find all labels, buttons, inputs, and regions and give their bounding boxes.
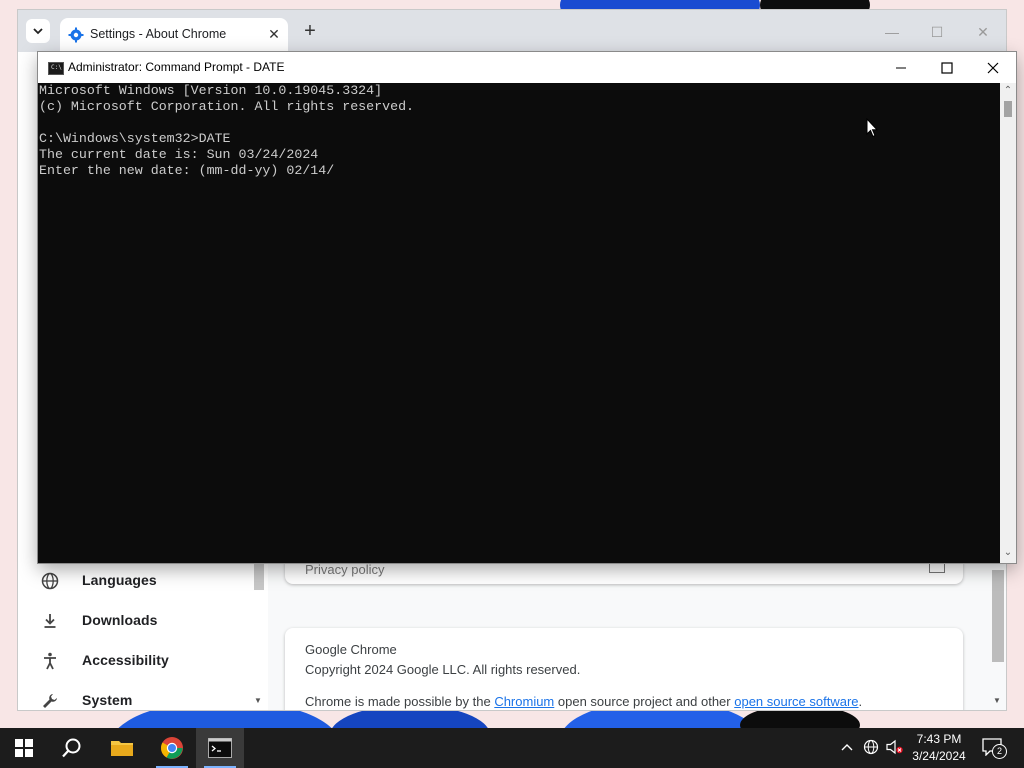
action-center-button[interactable]: 2 [982,738,1007,759]
cmd-console-output[interactable]: Microsoft Windows [Version 10.0.19045.33… [38,83,1000,563]
cmd-maximize-button[interactable] [924,52,970,83]
globe-icon [41,572,59,590]
main-scrollbar[interactable] [992,570,1004,662]
open-source-software-link[interactable]: open source software [734,694,858,709]
console-input-line: Enter the new date: (mm-dd-yy) 02/14/ [39,163,335,178]
show-hidden-icons-button[interactable] [838,738,856,756]
maximize-icon [941,61,953,74]
made-possible-text: Chrome is made possible by the Chromium … [305,694,862,709]
chevron-down-icon [33,28,43,35]
sidebar-item-label: System [82,692,133,708]
sidebar-item-languages[interactable]: Languages [40,569,260,593]
sidebar-item-accessibility[interactable]: Accessibility [40,649,260,673]
tab-close-icon[interactable]: ✕ [266,26,282,42]
console-line: The current date is: Sun 03/24/2024 [39,147,319,162]
chrome-minimize-button[interactable]: — [882,22,902,42]
cmd-title-bar[interactable]: C:\ Administrator: Command Prompt - DATE [38,52,1016,83]
command-prompt-icon [208,738,232,758]
cmd-minimize-button[interactable] [878,52,924,83]
new-tab-button[interactable]: + [300,21,320,42]
sidebar-scroll-down-icon[interactable]: ▼ [254,696,262,705]
taskbar-clock[interactable]: 7:43 PM 3/24/2024 [900,731,978,765]
made-possible-suffix: . [858,694,863,709]
made-possible-prefix: Chrome is made possible by the [305,694,495,709]
close-icon [987,62,999,73]
start-icon [15,739,33,757]
gear-icon [68,27,84,43]
chrome-icon [161,737,183,759]
sidebar-item-downloads[interactable]: Downloads [40,609,260,633]
scroll-up-icon[interactable]: ⌃ [1003,85,1013,96]
sidebar-item-label: Accessibility [82,652,169,668]
main-scroll-down-icon[interactable]: ▼ [993,696,1001,705]
taskbar-command-prompt[interactable] [196,728,244,768]
settings-main-panel: Privacy policy Google Chrome Copyright 2… [268,550,1006,710]
chrome-tab-strip: Settings - About Chrome ✕ + — ☐ ✕ [18,10,1006,52]
cmd-close-button[interactable] [970,52,1016,83]
accessibility-icon [44,652,56,670]
sidebar-item-label: Languages [82,572,157,588]
start-button[interactable] [0,728,48,768]
cmd-scroll-thumb[interactable] [1004,101,1012,117]
copyright-text: Copyright 2024 Google LLC. All rights re… [305,662,581,677]
network-globe-icon [863,739,879,755]
chevron-up-icon [841,744,853,751]
console-line: (c) Microsoft Corporation. All rights re… [39,99,415,114]
taskbar-search-button[interactable] [48,728,96,768]
cmd-window-title: Administrator: Command Prompt - DATE [68,60,285,74]
command-prompt-icon: C:\ [48,62,64,75]
chrome-close-button[interactable]: ✕ [973,22,993,42]
taskbar: 7:43 PM 3/24/2024 2 [0,728,1024,768]
tab-title: Settings - About Chrome [90,27,227,41]
settings-sidebar: Languages Downloads Accessibility System [18,550,268,710]
console-line: C:\Windows\system32>DATE [39,131,231,146]
tab-search-button[interactable] [26,19,50,43]
about-chrome-card: Google Chrome Copyright 2024 Google LLC.… [285,628,963,710]
chrome-maximize-button[interactable]: ☐ [927,22,947,42]
wrench-icon [43,694,57,708]
taskbar-chrome[interactable] [148,728,196,768]
tab-settings-about-chrome[interactable]: Settings - About Chrome ✕ [60,18,288,52]
made-possible-middle: open source project and other [554,694,735,709]
sidebar-item-label: Downloads [82,612,158,628]
scroll-down-icon[interactable]: ⌄ [1003,547,1013,558]
minimize-icon [896,67,906,68]
notification-count-badge: 2 [992,744,1007,759]
network-button[interactable] [862,738,880,756]
taskbar-file-explorer[interactable] [98,728,146,768]
sidebar-item-system[interactable]: System [40,689,260,710]
download-icon [44,614,56,628]
clock-date: 3/24/2024 [912,749,966,763]
cmd-scrollbar[interactable]: ⌃ ⌄ [1000,83,1016,563]
clock-time: 7:43 PM [916,732,962,746]
file-explorer-icon [111,741,133,756]
chromium-link[interactable]: Chromium [494,694,554,709]
privacy-policy-link[interactable]: Privacy policy [305,562,384,577]
search-icon [62,738,81,758]
mouse-cursor-icon [866,118,878,138]
console-line: Microsoft Windows [Version 10.0.19045.33… [39,83,383,98]
product-name: Google Chrome [305,642,397,657]
